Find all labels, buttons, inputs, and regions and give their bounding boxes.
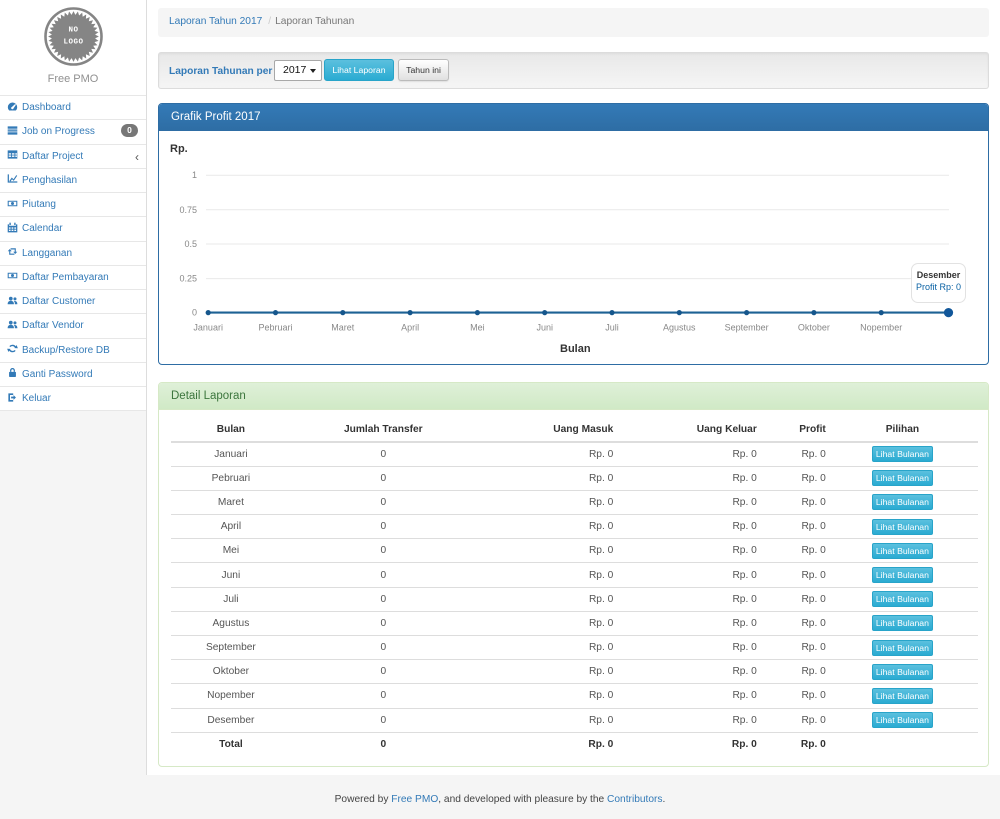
svg-text:LOGO: LOGO: [63, 39, 83, 47]
svg-text:0.5: 0.5: [184, 239, 197, 249]
svg-text:Pebruari: Pebruari: [258, 323, 292, 333]
svg-text:September: September: [725, 323, 769, 333]
svg-text:Januari: Januari: [193, 323, 223, 333]
svg-text:Agustus: Agustus: [663, 323, 696, 333]
svg-text:Maret: Maret: [331, 323, 355, 333]
svg-text:0.75: 0.75: [179, 205, 197, 215]
svg-text:April: April: [401, 323, 419, 333]
svg-text:Mei: Mei: [470, 323, 485, 333]
svg-text:1: 1: [192, 170, 197, 180]
svg-text:Oktober: Oktober: [798, 323, 830, 333]
svg-text:0: 0: [192, 308, 197, 318]
svg-text:NO: NO: [68, 27, 78, 35]
svg-text:Nopember: Nopember: [860, 323, 902, 333]
svg-text:0.25: 0.25: [179, 274, 197, 284]
svg-text:Juli: Juli: [605, 323, 619, 333]
svg-text:Juni: Juni: [536, 323, 553, 333]
